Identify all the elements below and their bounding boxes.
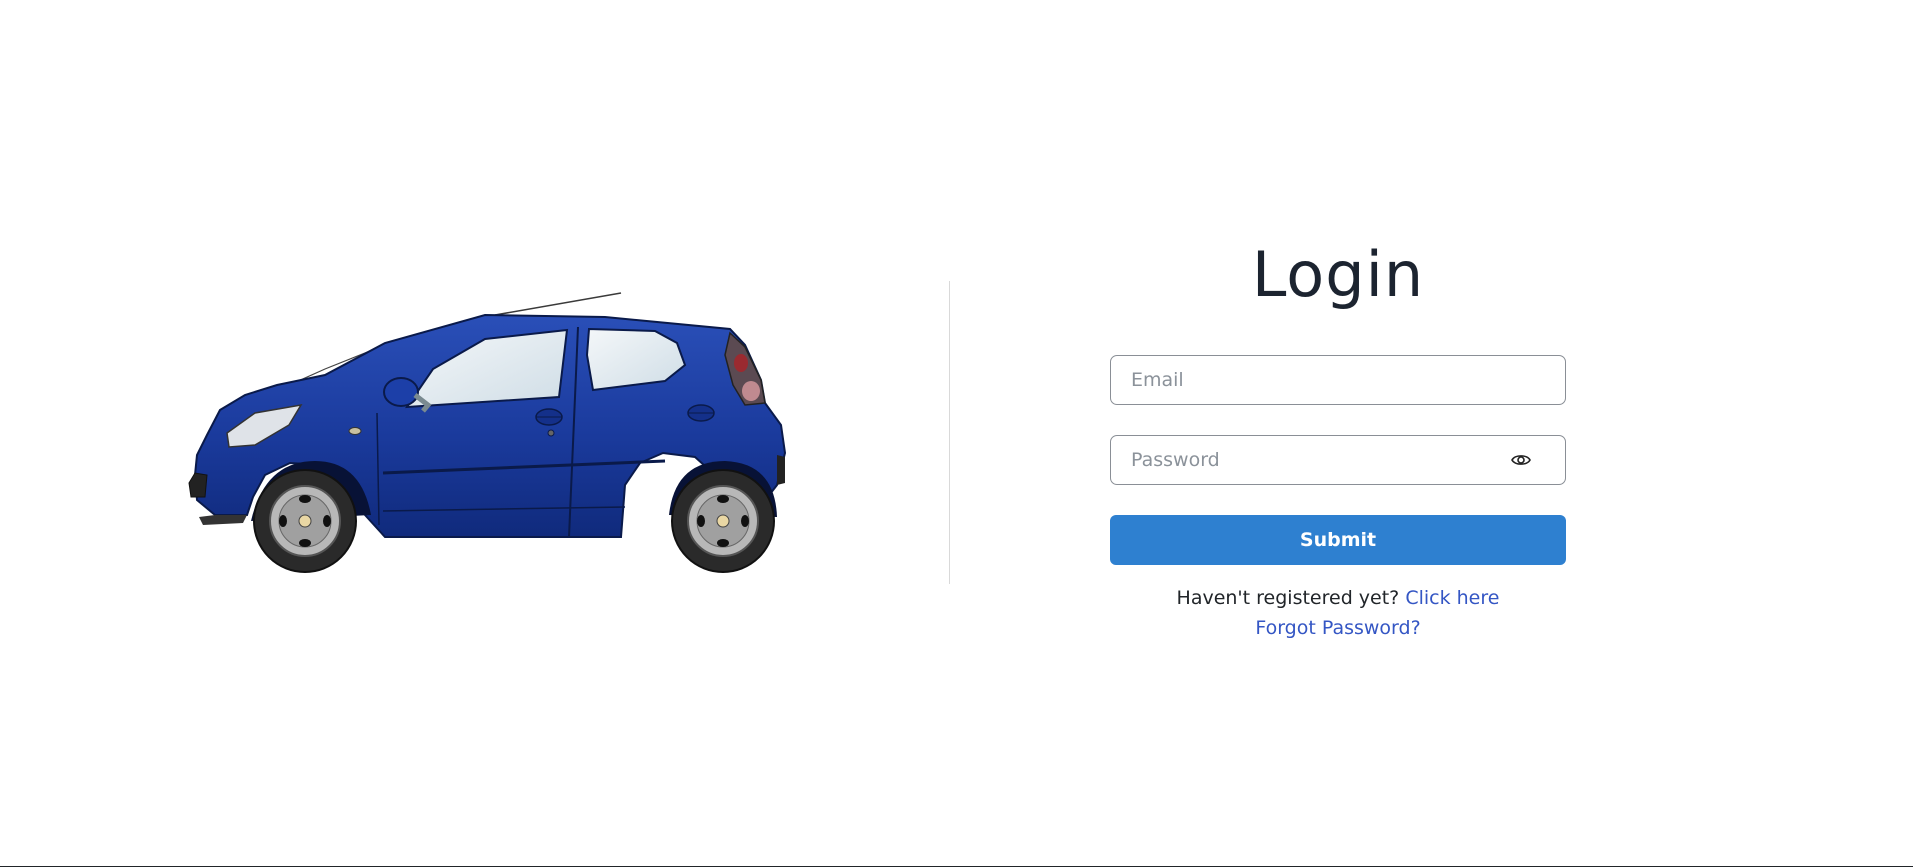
register-link[interactable]: Click here (1405, 587, 1499, 609)
auth-links: Haven't registered yet? Click here Forgo… (1110, 583, 1566, 643)
rear-wheel (671, 469, 775, 573)
eye-icon[interactable] (1511, 451, 1531, 469)
email-field-wrapper (1110, 355, 1566, 405)
email-field[interactable] (1131, 356, 1491, 404)
front-wheel (253, 469, 357, 573)
car-illustration (185, 285, 805, 585)
password-field-wrapper (1110, 435, 1566, 485)
page-title: Login (1251, 238, 1425, 311)
login-form: Login Submit Haven't registered yet? Cli… (1110, 230, 1566, 643)
forgot-line: Forgot Password? (1110, 613, 1566, 643)
password-field[interactable] (1131, 436, 1491, 484)
submit-button[interactable]: Submit (1110, 515, 1566, 565)
login-page: Login Submit Haven't registered yet? Cli… (0, 0, 1913, 867)
vertical-divider (949, 281, 950, 584)
register-prompt: Haven't registered yet? (1176, 587, 1400, 609)
forgot-password-link[interactable]: Forgot Password? (1255, 617, 1420, 639)
register-line: Haven't registered yet? Click here (1110, 583, 1566, 613)
